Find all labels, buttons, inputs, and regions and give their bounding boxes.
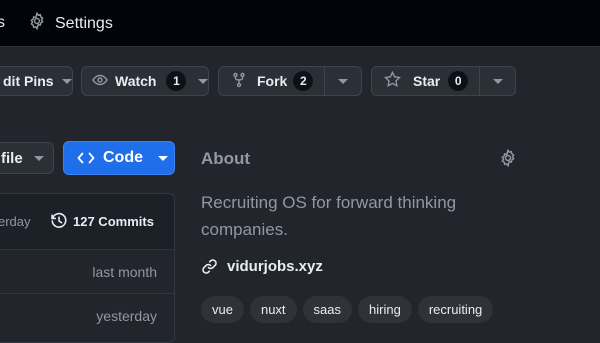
commits-link[interactable]: 127 Commits (50, 212, 154, 230)
topic-list: vue nuxt saas hiring recruiting (201, 296, 494, 323)
website-url: vidurjobs.xyz (227, 258, 323, 275)
chevron-down-icon (33, 155, 44, 161)
website-link[interactable]: vidurjobs.xyz (201, 258, 323, 275)
watch-button[interactable]: Watch 1 (81, 66, 209, 96)
edit-pins-button[interactable]: dit Pins (0, 66, 73, 96)
go-to-file-label: file (1, 149, 23, 167)
fork-dropdown-button[interactable] (325, 67, 361, 95)
file-row[interactable]: yesterday (0, 294, 174, 338)
topic-tag[interactable]: hiring (358, 296, 412, 323)
latest-commit-time: erday (0, 214, 31, 229)
code-button[interactable]: Code (63, 141, 175, 175)
code-icon (77, 151, 95, 165)
watch-count: 1 (166, 71, 187, 91)
chevron-down-icon (198, 78, 209, 84)
commits-count: 127 Commits (73, 213, 154, 229)
star-label: Star (413, 73, 441, 89)
fork-count: 2 (293, 71, 314, 91)
chevron-down-icon (61, 78, 72, 84)
topic-tag[interactable]: saas (302, 296, 353, 323)
file-row-time: last month (92, 264, 157, 280)
topic-tag[interactable]: recruiting (417, 296, 494, 323)
about-description: Recruiting OS for forward thinking compa… (201, 193, 457, 239)
gear-icon (28, 11, 46, 35)
star-icon (383, 70, 402, 91)
about-heading: About (201, 149, 251, 168)
link-icon (201, 258, 218, 275)
nav-tab-partial[interactable]: s (0, 14, 5, 32)
file-row[interactable]: last month (0, 249, 174, 294)
fork-label: Fork (257, 73, 288, 89)
chevron-down-icon (492, 78, 503, 84)
star-button[interactable]: Star 0 (372, 67, 479, 95)
repo-forked-icon (231, 72, 247, 91)
file-list: erday 127 Commits last month yesterday (0, 193, 175, 343)
edit-pins-label: dit Pins (3, 73, 54, 89)
topic-tag[interactable]: vue (201, 296, 244, 323)
star-count: 0 (448, 71, 469, 91)
latest-commit-bar: erday 127 Commits (0, 194, 174, 250)
file-row-time: yesterday (96, 308, 157, 324)
star-button-group: Star 0 (371, 66, 516, 96)
watch-label: Watch (115, 73, 157, 89)
top-navbar: s Settings (0, 0, 600, 47)
star-dropdown-button[interactable] (480, 67, 515, 95)
tab-settings[interactable]: Settings (28, 11, 113, 35)
eye-icon (92, 72, 108, 91)
topic-tag[interactable]: nuxt (249, 296, 297, 323)
settings-label: Settings (55, 14, 113, 32)
history-icon (50, 212, 68, 230)
gear-icon[interactable] (499, 148, 517, 172)
fork-button[interactable]: Fork 2 (219, 67, 324, 95)
chevron-down-icon (338, 78, 348, 84)
code-label: Code (103, 149, 143, 166)
go-to-file-button[interactable]: file (0, 142, 54, 174)
fork-button-group: Fork 2 (218, 66, 362, 96)
chevron-down-icon (158, 155, 168, 161)
